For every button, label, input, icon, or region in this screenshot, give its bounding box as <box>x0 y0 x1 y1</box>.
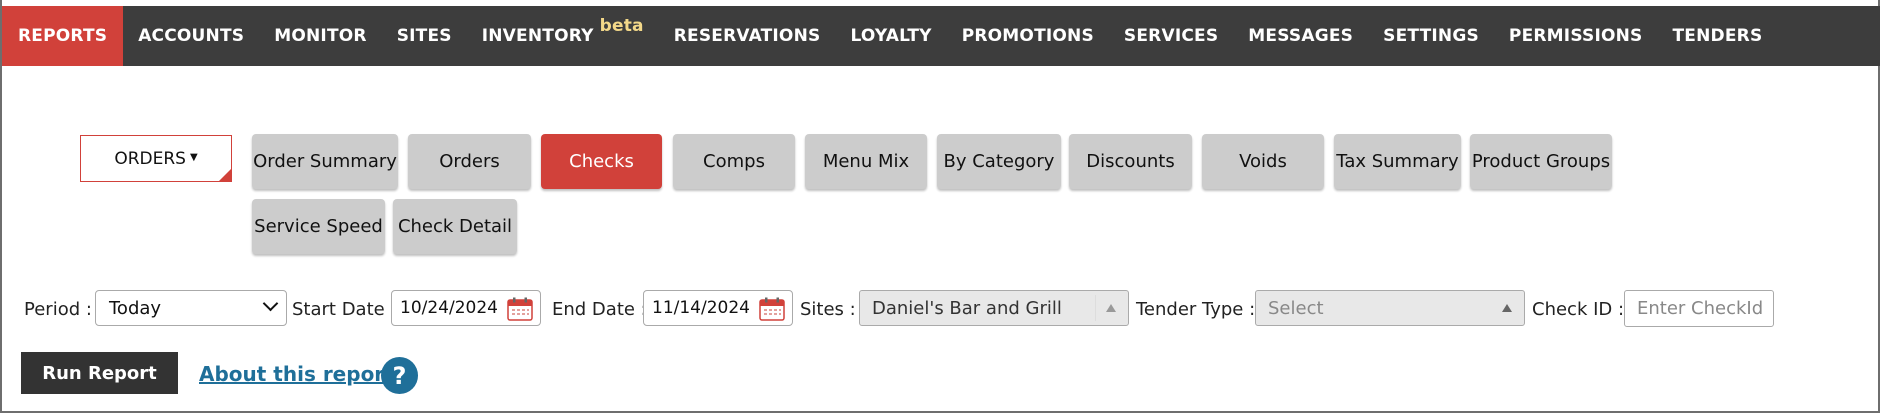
nav-item-label: SERVICES <box>1123 26 1219 46</box>
tab-label: Service Speed <box>254 216 383 237</box>
beta-badge: beta <box>599 16 644 36</box>
top-navigation: REPORTS ACCOUNTS MONITOR SITES INVENTORY… <box>2 6 1880 66</box>
tab-label: Orders <box>439 151 500 172</box>
tender-type-label: Tender Type : <box>1136 299 1256 320</box>
tab-discounts[interactable]: Discounts <box>1069 134 1192 189</box>
dropdown-corner-marker <box>219 169 231 181</box>
end-date-input[interactable]: 11/14/2024 <box>643 290 793 326</box>
calendar-icon[interactable] <box>759 297 785 321</box>
nav-item-reports[interactable]: REPORTS <box>2 6 124 66</box>
tab-order-summary[interactable]: Order Summary <box>252 134 398 189</box>
report-category-dropdown[interactable]: ORDERS ▼ <box>80 135 232 182</box>
sites-select[interactable]: Daniel's Bar and Grill <box>859 290 1129 326</box>
nav-item-monitor[interactable]: MONITOR <box>259 6 381 66</box>
nav-item-label: PERMISSIONS <box>1508 26 1643 46</box>
nav-item-label: REPORTS <box>18 26 108 46</box>
nav-item-settings[interactable]: SETTINGS <box>1368 6 1494 66</box>
tab-orders[interactable]: Orders <box>408 134 531 189</box>
tab-label: Checks <box>569 151 634 172</box>
nav-item-label: MONITOR <box>274 26 367 46</box>
tab-by-category[interactable]: By Category <box>937 134 1061 189</box>
period-label: Period : <box>24 299 92 320</box>
tab-service-speed[interactable]: Service Speed <box>252 199 385 254</box>
nav-item-permissions[interactable]: PERMISSIONS <box>1494 6 1658 66</box>
start-date-value: 10/24/2024 <box>400 298 498 318</box>
nav-item-label: TENDERS <box>1672 26 1763 46</box>
period-select[interactable]: Today <box>95 290 287 326</box>
tender-type-select[interactable]: Select <box>1255 290 1525 326</box>
tab-check-detail[interactable]: Check Detail <box>393 199 517 254</box>
start-date-label: Start Date : <box>292 299 397 320</box>
sites-label: Sites : <box>800 299 856 320</box>
nav-item-inventory[interactable]: INVENTORY beta <box>467 6 659 66</box>
nav-item-label: SETTINGS <box>1383 26 1479 46</box>
about-report-link[interactable]: About this report <box>199 362 394 386</box>
nav-item-accounts[interactable]: ACCOUNTS <box>123 6 259 66</box>
check-id-placeholder: Enter CheckId <box>1637 298 1764 319</box>
tab-label: Voids <box>1239 151 1287 172</box>
report-category-label: ORDERS <box>114 148 186 169</box>
nav-item-label: PROMOTIONS <box>961 26 1094 46</box>
caret-down-icon: ▼ <box>189 152 198 163</box>
tab-label: Menu Mix <box>822 151 910 172</box>
select-divider <box>1095 295 1096 321</box>
help-glyph: ? <box>392 361 407 390</box>
tab-voids[interactable]: Voids <box>1202 134 1324 189</box>
tab-label: Check Detail <box>397 216 513 237</box>
period-value: Today <box>109 297 162 319</box>
nav-item-loyalty[interactable]: LOYALTY <box>835 6 946 66</box>
run-report-label: Run Report <box>42 362 157 384</box>
tab-label: Tax Summary <box>1336 151 1459 172</box>
tab-label: Order Summary <box>253 151 397 172</box>
nav-item-label: INVENTORY <box>481 26 594 46</box>
tab-checks[interactable]: Checks <box>541 134 662 189</box>
chevron-down-icon <box>262 295 279 312</box>
end-date-label: End Date : <box>552 299 647 320</box>
tab-label: Discounts <box>1086 151 1175 172</box>
tab-menu-mix[interactable]: Menu Mix <box>805 134 927 189</box>
sites-value: Daniel's Bar and Grill <box>872 297 1062 319</box>
nav-item-label: ACCOUNTS <box>138 26 245 46</box>
check-id-input[interactable]: Enter CheckId <box>1624 290 1774 327</box>
tab-label: Comps <box>703 151 765 172</box>
tender-type-placeholder: Select <box>1268 297 1324 319</box>
nav-item-label: MESSAGES <box>1248 26 1354 46</box>
nav-item-messages[interactable]: MESSAGES <box>1233 6 1368 66</box>
nav-item-promotions[interactable]: PROMOTIONS <box>947 6 1109 66</box>
check-id-label: Check ID : <box>1532 299 1625 320</box>
caret-up-icon <box>1502 304 1512 312</box>
start-date-input[interactable]: 10/24/2024 <box>391 290 541 326</box>
tab-label: By Category <box>943 151 1055 172</box>
nav-item-services[interactable]: SERVICES <box>1109 6 1233 66</box>
tab-comps[interactable]: Comps <box>673 134 795 189</box>
nav-item-label: RESERVATIONS <box>673 26 821 46</box>
help-icon[interactable]: ? <box>381 357 418 394</box>
caret-up-icon <box>1106 304 1116 312</box>
nav-item-sites[interactable]: SITES <box>382 6 467 66</box>
nav-item-label: LOYALTY <box>850 26 932 46</box>
tab-product-groups[interactable]: Product Groups <box>1470 134 1612 189</box>
end-date-value: 11/14/2024 <box>652 298 750 318</box>
nav-item-tenders[interactable]: TENDERS <box>1658 6 1778 66</box>
tab-tax-summary[interactable]: Tax Summary <box>1334 134 1461 189</box>
nav-item-reservations[interactable]: RESERVATIONS <box>659 6 836 66</box>
tab-label: Product Groups <box>1471 151 1611 172</box>
calendar-icon[interactable] <box>507 297 533 321</box>
run-report-button[interactable]: Run Report <box>21 352 178 394</box>
nav-item-label: SITES <box>396 26 452 46</box>
